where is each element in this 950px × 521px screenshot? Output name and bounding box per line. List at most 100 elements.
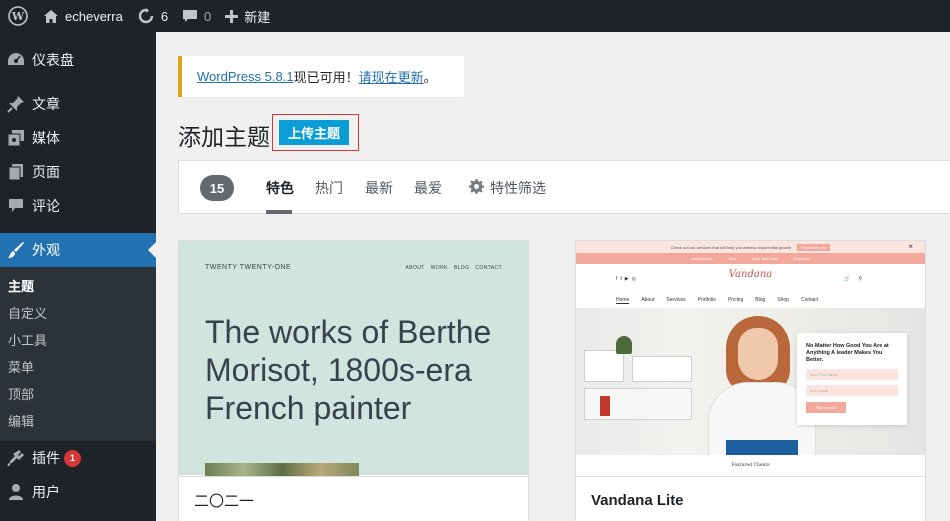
site-name-link[interactable]: echeverra xyxy=(36,0,130,32)
tab-latest[interactable]: 最新 xyxy=(365,178,393,198)
menu-label: 仪表盘 xyxy=(32,52,74,68)
theme-card-vandana-lite[interactable]: Check out our services that will help yo… xyxy=(575,240,926,521)
tab-favorites[interactable]: 最爱 xyxy=(414,178,442,198)
menu-media[interactable]: 媒体 xyxy=(0,121,156,155)
preview-signup-form: No Matter How Good You Are at Anything A… xyxy=(797,333,907,425)
theme-name: Vandana Lite xyxy=(576,476,925,521)
preview-pink-link: Accessories xyxy=(691,256,713,261)
user-icon xyxy=(6,482,26,502)
page-icon xyxy=(6,162,26,182)
updates-link[interactable]: 6 xyxy=(130,0,175,32)
page-title: 添加主题 xyxy=(178,124,270,150)
site-name: echeverra xyxy=(65,8,123,24)
preview-woman-skirt xyxy=(726,440,798,455)
preview-nav-item: Blog xyxy=(755,297,766,303)
dashboard-icon xyxy=(6,50,26,70)
notice-end: 。 xyxy=(423,70,437,85)
plugin-update-badge: 1 xyxy=(64,449,81,467)
preview-nav-item: Pricing xyxy=(727,297,744,303)
preview-nav: ABOUT WORK BLOG CONTACT xyxy=(406,265,503,271)
admin-bar: W echeverra 6 0 新建 xyxy=(0,0,950,32)
preview-topbar-text: Check out our services that will help yo… xyxy=(670,244,792,250)
wordpress-version-link[interactable]: WordPress 5.8.1 xyxy=(197,69,294,84)
submenu-editor[interactable]: 编辑 xyxy=(0,408,156,435)
update-now-link[interactable]: 请现在更新 xyxy=(359,67,424,86)
preview-nav-item: WORK xyxy=(430,265,448,271)
pin-icon xyxy=(6,94,26,114)
preview-featured-clients: Featured Clients xyxy=(731,463,770,468)
wordpress-logo-icon[interactable]: W xyxy=(0,0,36,32)
theme-filter-bar: 15 特色 热门 最新 最爱 特性筛选 xyxy=(178,160,950,214)
preview-topbar: Check out our services that will help yo… xyxy=(576,241,925,253)
submenu-header[interactable]: 顶部 xyxy=(0,381,156,408)
update-notice: WordPress 5.8.1 现已可用！ 请现在更新 。 xyxy=(178,56,464,97)
preview-headline: The works of Berthe Morisot, 1800s-era F… xyxy=(205,314,492,426)
admin-sidebar: 仪表盘 文章 媒体 页面 评论 外观 主题 自定义 小工具 菜单 顶部 编辑 插… xyxy=(0,32,156,521)
menu-label: 页面 xyxy=(32,164,60,180)
menu-comments[interactable]: 评论 xyxy=(0,189,156,223)
preview-pink-link: Spa xyxy=(728,256,736,261)
menu-dashboard[interactable]: 仪表盘 xyxy=(0,43,156,77)
submenu-customize[interactable]: 自定义 xyxy=(0,300,156,327)
preview-nav-item: CONTACT xyxy=(475,265,502,271)
preview-pink-link: Payment xyxy=(794,256,810,261)
tab-featured[interactable]: 特色 xyxy=(266,178,294,198)
submenu-themes[interactable]: 主题 xyxy=(0,273,156,300)
preview-field-name: Your First Name xyxy=(806,369,898,380)
upload-theme-button[interactable]: 上传主题 xyxy=(279,120,349,145)
tab-popular[interactable]: 热门 xyxy=(315,178,343,198)
menu-users[interactable]: 用户 xyxy=(0,475,156,509)
preview-nav-item: Home xyxy=(616,297,630,304)
plug-icon xyxy=(6,448,26,468)
preview-logo: Vandana xyxy=(728,269,773,280)
theme-card-twenty-twenty-one[interactable]: TWENTY TWENTY-ONE ABOUT WORK BLOG CONTAC… xyxy=(178,240,529,521)
new-label: 新建 xyxy=(244,9,271,25)
comments-link[interactable]: 0 xyxy=(175,0,218,32)
gear-icon xyxy=(469,179,490,197)
close-icon: × xyxy=(908,242,913,251)
submenu-widgets[interactable]: 小工具 xyxy=(0,327,156,354)
preview-topbar-pill: Purchase now xyxy=(797,243,831,251)
updates-count: 6 xyxy=(160,8,169,24)
menu-appearance[interactable]: 外观 xyxy=(0,233,156,267)
comment-icon xyxy=(6,196,26,216)
menu-label: 媒体 xyxy=(32,130,60,146)
preview-nav-item: About xyxy=(641,297,655,303)
preview-nav-item: Contact xyxy=(800,297,819,303)
feature-filter-label: 特性筛选 xyxy=(490,180,546,196)
plus-icon xyxy=(225,9,239,23)
preview-nav-item: ABOUT xyxy=(405,265,425,271)
menu-label: 插件 xyxy=(32,450,60,466)
svg-text:W: W xyxy=(11,10,25,23)
preview-shelf-illustration xyxy=(576,336,726,420)
menu-label: 文章 xyxy=(32,96,60,112)
theme-name: 二〇二一 xyxy=(179,476,528,521)
appearance-submenu: 主题 自定义 小工具 菜单 顶部 编辑 xyxy=(0,267,156,441)
preview-header-icons: 🛒 ⚲ xyxy=(844,276,862,282)
preview-nav-item: Shop xyxy=(777,297,789,303)
preview-nav: Home About Services Portfolio Pricing Bl… xyxy=(616,297,818,304)
menu-plugins[interactable]: 插件 1 xyxy=(0,441,156,475)
preview-submit: Sign me up! xyxy=(806,402,846,413)
theme-screenshot: Check out our services that will help yo… xyxy=(576,241,925,475)
feature-filter-button[interactable]: 特性筛选 xyxy=(469,178,546,198)
menu-label: 外观 xyxy=(32,242,60,258)
preview-nav-item: BLOG xyxy=(453,265,470,271)
search-icon: ⚲ xyxy=(858,276,862,282)
theme-count: 15 xyxy=(200,175,234,201)
theme-screenshot: TWENTY TWENTY-ONE ABOUT WORK BLOG CONTAC… xyxy=(179,241,528,477)
comment-bubble-icon xyxy=(182,9,198,24)
menu-posts[interactable]: 文章 xyxy=(0,87,156,121)
menu-pages[interactable]: 页面 xyxy=(0,155,156,189)
preview-pink-bar: Accessories Spa New Year Sale Payment xyxy=(576,253,925,264)
comments-count: 0 xyxy=(204,8,212,24)
menu-label: 评论 xyxy=(32,198,60,214)
preview-painting-image xyxy=(205,463,359,477)
home-icon xyxy=(43,9,59,24)
active-tab-indicator xyxy=(266,210,292,214)
submenu-menus[interactable]: 菜单 xyxy=(0,354,156,381)
new-content-link[interactable]: 新建 xyxy=(218,0,277,32)
updates-icon xyxy=(137,8,155,24)
cart-icon: 🛒 xyxy=(844,276,851,282)
preview-woman-face xyxy=(738,328,778,380)
